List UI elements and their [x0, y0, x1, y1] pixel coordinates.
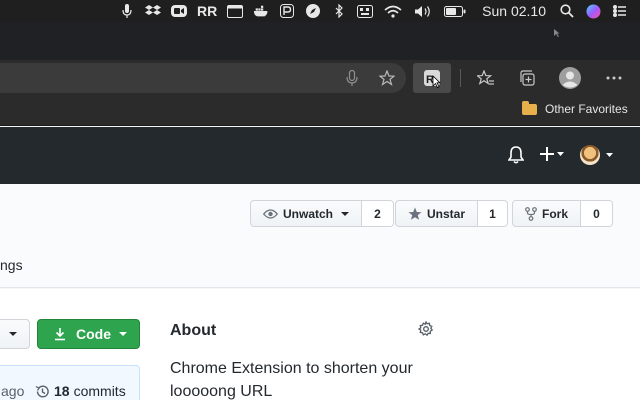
star-icon[interactable]: [375, 66, 399, 90]
watch-count[interactable]: 2: [362, 200, 395, 227]
unstar-label: Unstar: [427, 206, 466, 221]
search-icon[interactable]: [559, 4, 575, 18]
unwatch-label: Unwatch: [283, 206, 334, 221]
battery-icon[interactable]: [443, 4, 467, 18]
bell-icon[interactable]: [508, 146, 524, 164]
about-title: About: [170, 322, 217, 339]
profile-icon[interactable]: [558, 66, 582, 90]
browser-toolbar: R: [0, 60, 640, 96]
star-group: Unstar 1: [395, 200, 509, 227]
eye-icon: [263, 208, 278, 219]
docker-icon[interactable]: [253, 4, 269, 18]
other-favorites-label: Other Favorites: [545, 102, 628, 116]
zoom-icon[interactable]: [171, 4, 188, 18]
commits-link[interactable]: 18 commits: [35, 383, 126, 399]
star-count[interactable]: 1: [478, 200, 509, 227]
favorites-icon[interactable]: [474, 66, 498, 90]
macos-menubar: RR Sun 02.10: [0, 0, 640, 22]
repo-main: Code ago 18 commits About Chrome Extensi…: [0, 289, 640, 400]
commit-count: 18: [54, 383, 70, 399]
wifi-icon[interactable]: [383, 4, 403, 18]
dropbox-icon[interactable]: [145, 4, 162, 18]
avatar[interactable]: [580, 145, 615, 165]
code-button-label: Code: [76, 326, 111, 342]
avatar-image: [580, 145, 600, 165]
volume-icon[interactable]: [413, 4, 433, 18]
unstar-button[interactable]: Unstar: [395, 200, 479, 227]
tab-settings[interactable]: ngs: [0, 257, 23, 273]
window-icon[interactable]: [227, 4, 244, 18]
fork-count[interactable]: 0: [581, 200, 614, 227]
p-icon[interactable]: [279, 4, 295, 18]
chevron-down-icon: [119, 332, 127, 336]
browser-tab-strip: [0, 22, 640, 60]
chevron-down-icon: [341, 211, 350, 216]
microphone-icon[interactable]: [340, 66, 364, 90]
watch-group: Unwatch 2: [250, 200, 395, 227]
chevron-down-icon: [606, 153, 613, 157]
github-header: [0, 127, 640, 184]
rr-icon[interactable]: RR: [197, 3, 217, 19]
commit-time: ago: [1, 383, 25, 399]
download-icon: [54, 327, 66, 341]
screen: RR Sun 02.10 R Other Favorites Unwatch 2…: [0, 0, 640, 400]
repo-header: Unwatch 2 Unstar 1 Fork 0 ngs: [0, 184, 640, 288]
branch-select-button[interactable]: [0, 319, 30, 349]
collections-icon[interactable]: [516, 66, 540, 90]
mouse-pointer-icon: [554, 29, 560, 37]
siri-icon[interactable]: [585, 4, 601, 18]
fork-label: Fork: [542, 206, 569, 221]
commit-bar: ago 18 commits: [0, 365, 140, 400]
fork-button[interactable]: Fork: [512, 200, 582, 227]
fork-group: Fork 0: [512, 200, 614, 227]
commits-label: commits: [73, 383, 126, 399]
compass-icon[interactable]: [305, 4, 321, 18]
plus-icon[interactable]: [540, 146, 566, 162]
other-favorites[interactable]: Other Favorites: [522, 100, 628, 116]
unwatch-button[interactable]: Unwatch: [250, 200, 363, 227]
gear-icon[interactable]: [418, 321, 434, 337]
control-center-icon[interactable]: [611, 4, 627, 18]
about-description: Chrome Extension to shorten your looooon…: [170, 360, 413, 400]
fork-icon: [525, 206, 537, 221]
extension-button[interactable]: R: [413, 63, 451, 93]
keyboard-icon[interactable]: [357, 4, 374, 18]
folder-icon: [522, 100, 537, 115]
microphone-icon[interactable]: [119, 4, 135, 18]
code-button[interactable]: Code: [37, 319, 140, 349]
toolbar-separator: [460, 69, 461, 87]
star-icon: [408, 207, 422, 221]
bluetooth-icon[interactable]: [331, 4, 347, 18]
history-icon: [35, 385, 49, 397]
chevron-down-icon: [9, 332, 17, 336]
clock[interactable]: Sun 02.10: [482, 3, 546, 19]
favorites-bar: Other Favorites: [0, 96, 640, 126]
extension-icon: R: [424, 70, 441, 88]
more-icon[interactable]: [602, 66, 626, 90]
